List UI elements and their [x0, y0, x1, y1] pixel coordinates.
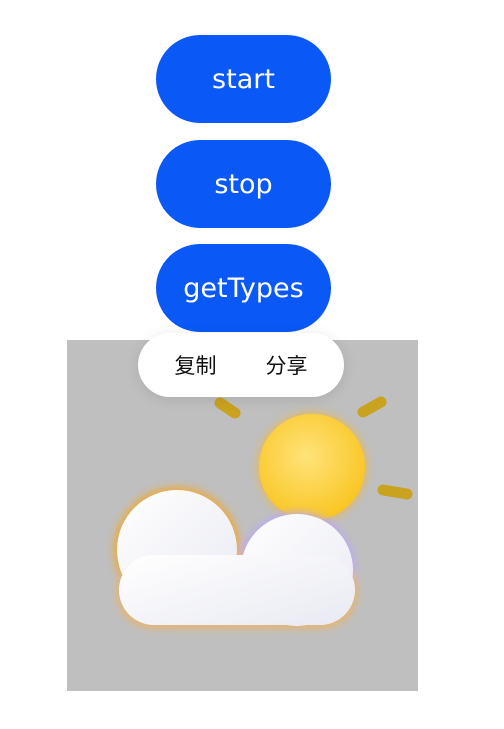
start-button[interactable]: start	[156, 35, 331, 123]
get-types-button[interactable]: getTypes	[156, 244, 331, 332]
copy-menu-item[interactable]: 复制	[165, 344, 227, 386]
context-menu: 复制 分享	[138, 333, 344, 397]
stop-button[interactable]: stop	[156, 140, 331, 228]
sun-shape	[259, 414, 365, 520]
share-menu-item[interactable]: 分享	[256, 344, 318, 386]
